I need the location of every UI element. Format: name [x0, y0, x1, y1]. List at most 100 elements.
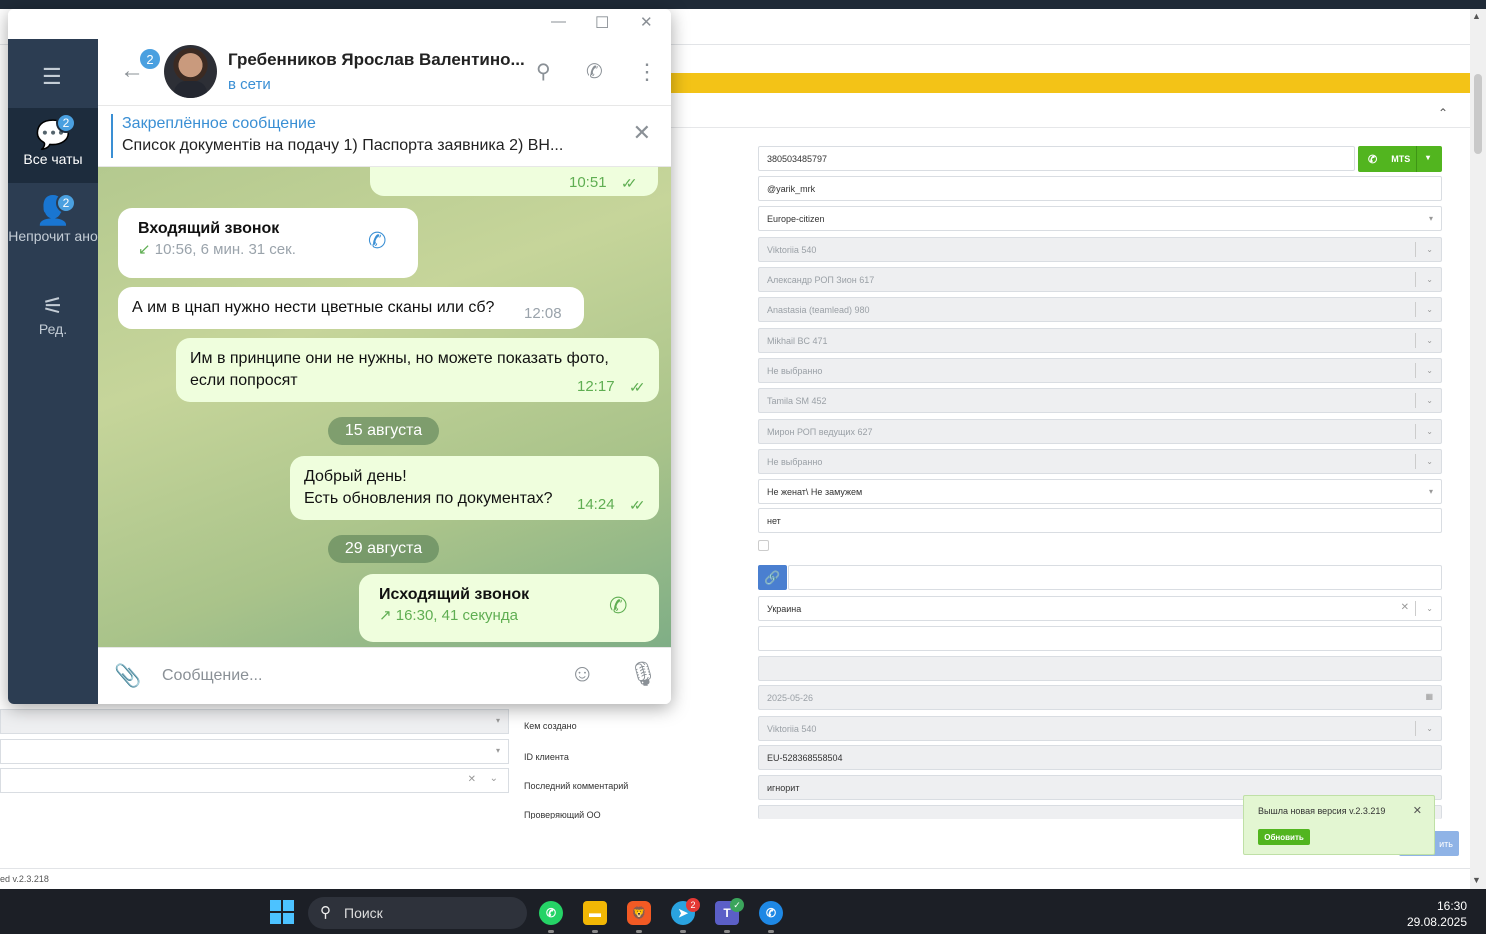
outgoing-call-bubble[interactable]: Исходящий звонок ↗ 16:30, 41 секунда ✆: [359, 574, 659, 642]
incoming-call-bubble[interactable]: Входящий звонок ↙ 10:56, 6 мин. 31 сек. …: [118, 208, 418, 278]
mts-call-button[interactable]: ✆ MTS ▾: [1358, 146, 1442, 172]
created-by-select[interactable]: Viktoriia 540 ⌄: [758, 716, 1442, 741]
chevron-down-icon[interactable]: ▾: [1426, 153, 1430, 162]
scrollbar[interactable]: ▲ ▼: [1470, 9, 1486, 889]
scrollbar-thumb[interactable]: [1474, 74, 1482, 154]
chevron-down-icon[interactable]: ⌄: [1426, 724, 1433, 733]
divider: [1416, 146, 1417, 172]
chevron-down-icon[interactable]: ⌄: [1426, 336, 1433, 345]
empty-input-1[interactable]: [758, 626, 1442, 651]
crm-field[interactable]: Мирон РОП ведущих 627 ⌄: [758, 419, 1442, 444]
message-bubble[interactable]: А им в цнап нужно нести цветные сканы ил…: [118, 287, 584, 329]
left-select-3[interactable]: ✕ ⌄: [0, 768, 509, 793]
crm-section-header[interactable]: [670, 100, 1470, 128]
created-by-label: Кем создано: [524, 721, 577, 731]
chevron-down-icon[interactable]: ⌄: [1426, 305, 1433, 314]
more-icon[interactable]: ⋮: [636, 59, 658, 85]
clock-date: 29.08.2025: [1406, 915, 1467, 929]
phone-icon[interactable]: ✆: [609, 593, 627, 619]
chevron-down-icon[interactable]: ⌄: [1426, 275, 1433, 284]
scroll-up-icon[interactable]: ▲: [1472, 11, 1481, 21]
clear-icon[interactable]: ✕: [468, 774, 476, 785]
collapse-icon[interactable]: ⌃: [1438, 106, 1448, 120]
crm-field-value: Tamila SM 452: [767, 395, 827, 406]
minimize-icon[interactable]: —: [551, 13, 566, 30]
emoji-icon[interactable]: ☺: [570, 660, 595, 688]
pinned-message[interactable]: Закреплённое сообщение Список документів…: [98, 106, 671, 167]
message-input[interactable]: Сообщение...: [162, 667, 262, 685]
crm-field[interactable]: Europe-citizen ▾: [758, 206, 1442, 231]
phone-icon[interactable]: ✆: [368, 228, 386, 254]
crm-field[interactable]: 380503485797: [758, 146, 1355, 171]
chevron-down-icon[interactable]: ⌄: [1426, 457, 1433, 466]
crm-field[interactable]: Не выбранно ⌄: [758, 449, 1442, 474]
close-icon[interactable]: ✕: [633, 120, 651, 146]
chevron-down-icon[interactable]: ⌄: [1426, 366, 1433, 375]
crm-field[interactable]: Viktoriia 540 ⌄: [758, 237, 1442, 262]
contact-name[interactable]: Гребенников Ярослав Валентино...: [228, 50, 525, 70]
country-select[interactable]: Украина ✕ ⌄: [758, 596, 1442, 621]
file-explorer-icon[interactable]: ▬: [583, 901, 607, 925]
chevron-down-icon[interactable]: ▾: [496, 746, 500, 755]
date-separator: 15 августа: [328, 417, 439, 445]
running-indicator: [592, 930, 598, 933]
crm-field[interactable]: Anastasia (teamlead) 980 ⌄: [758, 297, 1442, 322]
left-select-1[interactable]: ▾: [0, 709, 509, 734]
chevron-down-icon[interactable]: ▾: [496, 716, 500, 725]
crm-field[interactable]: Не женат\ Не замужем ▾: [758, 479, 1442, 504]
chat-area[interactable]: 10:51 ✓✓ Входящий звонок ↙ 10:56, 6 мин.…: [98, 167, 671, 647]
crm-field[interactable]: @yarik_mrk: [758, 176, 1442, 201]
empty-input-2[interactable]: [758, 656, 1442, 681]
message-bubble[interactable]: 10:51 ✓✓: [370, 167, 658, 196]
divider: [1415, 333, 1416, 348]
chevron-down-icon[interactable]: ⌄: [1426, 604, 1433, 613]
crm-field[interactable]: Не выбранно ⌄: [758, 358, 1442, 383]
close-icon[interactable]: ✕: [1413, 804, 1422, 817]
calendar-icon[interactable]: ▦: [1425, 692, 1433, 701]
taskbar-search[interactable]: ⚲ Поиск: [308, 897, 527, 929]
crm-field[interactable]: Mikhail BC 471 ⌄: [758, 328, 1442, 353]
crm-field[interactable]: нет: [758, 508, 1442, 533]
chevron-down-icon[interactable]: ▾: [1429, 487, 1433, 496]
message-bubble[interactable]: Им в принципе они не нужны, но можете по…: [176, 338, 659, 402]
taskbar-clock[interactable]: 16:30 29.08.2025: [1407, 898, 1467, 930]
maximize-icon[interactable]: ☐: [595, 13, 609, 33]
chevron-down-icon[interactable]: ⌄: [1426, 245, 1433, 254]
message-bubble[interactable]: Добрый день! Есть обновления по документ…: [290, 456, 659, 520]
link-input[interactable]: [788, 565, 1442, 590]
crm-checkbox[interactable]: [758, 540, 769, 551]
microphone-icon[interactable]: 🎙: [628, 660, 658, 689]
crm-field[interactable]: Tamila SM 452 ⌄: [758, 388, 1442, 413]
crm-field[interactable]: Александр РОП Зион 617 ⌄: [758, 267, 1442, 292]
update-toast: Вышла новая версия v.2.3.219 ✕ Обновить: [1243, 795, 1435, 855]
chevron-down-icon[interactable]: ▾: [1429, 214, 1433, 223]
sidebar-item-all-chats[interactable]: 💬 Все чаты 2: [8, 108, 98, 183]
chevron-down-icon[interactable]: ⌄: [490, 773, 498, 784]
link-icon[interactable]: 🔗: [758, 565, 787, 590]
clear-icon[interactable]: ✕: [1401, 602, 1409, 613]
running-indicator: [768, 930, 774, 933]
mts-label: MTS: [1391, 154, 1411, 164]
chevron-down-icon[interactable]: ⌄: [1426, 396, 1433, 405]
sidebar-item-unread[interactable]: 👤 Непрочит ано 2: [8, 192, 98, 272]
close-icon[interactable]: ✕: [640, 13, 653, 31]
softphone-icon[interactable]: ✆: [759, 901, 783, 925]
unread-badge: 2: [56, 193, 76, 213]
search-icon[interactable]: ⚲: [536, 59, 551, 84]
scroll-down-icon[interactable]: ▼: [1472, 875, 1481, 885]
chevron-down-icon[interactable]: ⌄: [1426, 427, 1433, 436]
menu-icon[interactable]: ☰: [42, 64, 62, 90]
attach-icon[interactable]: 📎: [114, 663, 141, 689]
windows-start-icon[interactable]: [270, 900, 294, 924]
whatsapp-icon[interactable]: ✆: [539, 901, 563, 925]
date-field[interactable]: 2025-05-26 ▦: [758, 685, 1442, 710]
phone-icon[interactable]: ✆: [586, 59, 603, 84]
brave-browser-icon[interactable]: 🦁: [627, 901, 651, 925]
divider: [1415, 721, 1416, 736]
update-button[interactable]: Обновить: [1258, 829, 1310, 845]
avatar[interactable]: [164, 45, 217, 98]
window-titlebar[interactable]: — ☐ ✕: [8, 9, 671, 39]
crm-yellow-bar: [670, 73, 1470, 93]
sidebar-item-edit[interactable]: ⚟ Ред.: [8, 292, 98, 352]
left-select-2[interactable]: ▾: [0, 739, 509, 764]
